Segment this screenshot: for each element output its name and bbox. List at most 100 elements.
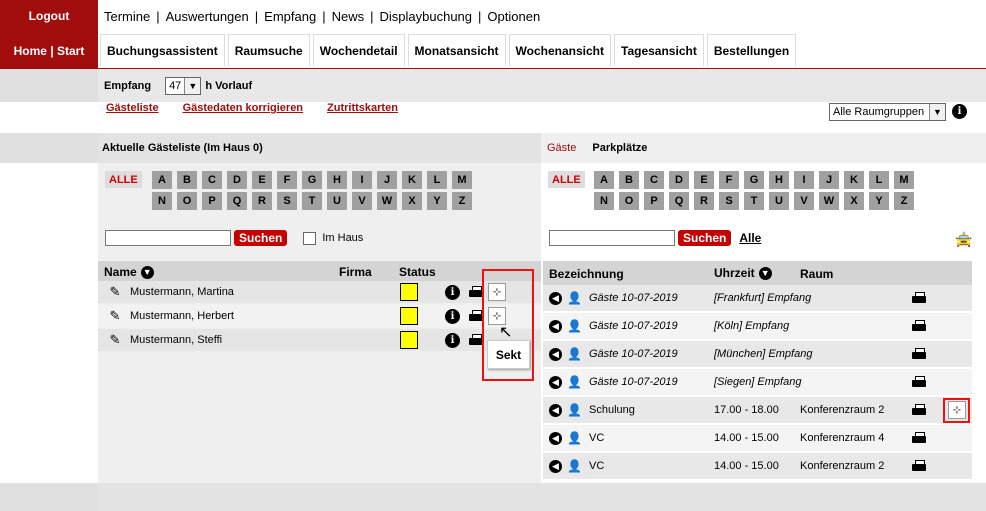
letter-d[interactable]: D [227, 171, 247, 189]
letter-j[interactable]: J [377, 171, 397, 189]
back-arrow-icon[interactable]: ◀ [549, 403, 562, 417]
logout-button[interactable]: Logout [0, 0, 98, 32]
print-icon[interactable] [912, 348, 926, 360]
letter-a[interactable]: A [152, 171, 172, 189]
letter-f[interactable]: F [277, 171, 297, 189]
tab-bestellungen[interactable]: Bestellungen [706, 34, 797, 66]
guest-search-input[interactable] [105, 230, 231, 246]
letter-a[interactable]: A [594, 171, 614, 189]
letter-o[interactable]: O [619, 192, 639, 210]
raumgruppen-select[interactable]: Alle Raumgruppen ▼ [829, 103, 946, 121]
vorlauf-select[interactable]: 47 ▼ [165, 76, 202, 95]
letter-g[interactable]: G [744, 171, 764, 189]
letter-m[interactable]: M [894, 171, 914, 189]
imhaus-checkbox[interactable] [303, 231, 317, 245]
event-search-button[interactable]: Suchen [678, 230, 732, 246]
letter-e[interactable]: E [252, 171, 272, 189]
nav-empfang[interactable]: Empfang [264, 9, 316, 24]
letter-y[interactable]: Y [869, 192, 889, 210]
letter-j[interactable]: J [819, 171, 839, 189]
letter-l[interactable]: L [427, 171, 447, 189]
letter-n[interactable]: N [594, 192, 614, 210]
link-gaestedaten-korrigieren[interactable]: Gästedaten korrigieren [183, 102, 303, 118]
nav-termine[interactable]: Termine [104, 9, 150, 24]
info-icon[interactable]: i [445, 332, 460, 348]
letter-s[interactable]: S [719, 192, 739, 210]
letter-f[interactable]: F [719, 171, 739, 189]
letter-o[interactable]: O [177, 192, 197, 210]
add-user-icon[interactable]: 👤 [567, 459, 582, 473]
letter-x[interactable]: X [844, 192, 864, 210]
letter-v[interactable]: V [352, 192, 372, 210]
letter-q[interactable]: Q [227, 192, 247, 210]
back-arrow-icon[interactable]: ◀ [549, 459, 562, 473]
print-icon[interactable] [912, 460, 926, 472]
letter-i[interactable]: I [352, 171, 372, 189]
tab-gaeste[interactable]: Gäste [547, 142, 576, 154]
link-zutrittskarten[interactable]: Zutrittskarten [327, 102, 398, 118]
info-icon[interactable]: i [952, 104, 967, 119]
letter-g[interactable]: G [302, 171, 322, 189]
edit-pencil-icon[interactable]: ✎ [108, 284, 122, 299]
letter-r[interactable]: R [694, 192, 714, 210]
edit-pencil-icon[interactable]: ✎ [108, 332, 122, 347]
print-icon[interactable] [912, 320, 926, 332]
guest-search-button[interactable]: Suchen [234, 230, 288, 246]
print-icon[interactable] [469, 334, 483, 346]
letter-l[interactable]: L [869, 171, 889, 189]
print-icon[interactable] [469, 286, 483, 298]
letter-h[interactable]: H [769, 171, 789, 189]
letter-b[interactable]: B [177, 171, 197, 189]
letter-z[interactable]: Z [894, 192, 914, 210]
tab-raumsuche[interactable]: Raumsuche [227, 34, 310, 66]
info-icon[interactable]: i [445, 308, 460, 324]
add-user-icon[interactable]: 👤 [567, 431, 582, 445]
add-user-icon[interactable]: 👤 [567, 291, 582, 305]
tab-buchungsassistent[interactable]: Buchungsassistent [100, 34, 225, 66]
edit-pencil-icon[interactable]: ✎ [108, 308, 122, 323]
link-alle[interactable]: Alle [739, 231, 761, 245]
back-arrow-icon[interactable]: ◀ [549, 431, 562, 445]
col-bezeichnung[interactable]: Bezeichnung [549, 267, 624, 281]
letter-w[interactable]: W [377, 192, 397, 210]
back-arrow-icon[interactable]: ◀ [549, 375, 562, 389]
letter-c[interactable]: C [644, 171, 664, 189]
letter-s[interactable]: S [277, 192, 297, 210]
nav-optionen[interactable]: Optionen [487, 9, 540, 24]
letter-w[interactable]: W [819, 192, 839, 210]
letter-u[interactable]: U [769, 192, 789, 210]
tab-wochenansicht[interactable]: Wochenansicht [508, 34, 612, 66]
letter-u[interactable]: U [327, 192, 347, 210]
filter-alle[interactable]: ALLE [105, 171, 142, 188]
letter-t[interactable]: T [302, 192, 322, 210]
col-uhrzeit[interactable]: Uhrzeit ▼ [714, 266, 772, 280]
letter-d[interactable]: D [669, 171, 689, 189]
letter-b[interactable]: B [619, 171, 639, 189]
letter-p[interactable]: P [202, 192, 222, 210]
add-user-icon[interactable]: 👤 [567, 319, 582, 333]
letter-n[interactable]: N [152, 192, 172, 210]
letter-e[interactable]: E [694, 171, 714, 189]
letter-r[interactable]: R [252, 192, 272, 210]
add-user-icon[interactable]: 👤 [567, 375, 582, 389]
back-arrow-icon[interactable]: ◀ [549, 319, 562, 333]
col-name[interactable]: Name ▼ [104, 265, 154, 279]
tab-monatsansicht[interactable]: Monatsansicht [407, 34, 506, 66]
print-icon[interactable] [912, 292, 926, 304]
tab-wochendetail[interactable]: Wochendetail [312, 34, 405, 66]
print-icon[interactable] [912, 404, 926, 416]
letter-k[interactable]: K [844, 171, 864, 189]
letter-k[interactable]: K [402, 171, 422, 189]
letter-p[interactable]: P [644, 192, 664, 210]
nav-displaybuchung[interactable]: Displaybuchung [380, 9, 473, 24]
back-arrow-icon[interactable]: ◀ [549, 347, 562, 361]
letter-y[interactable]: Y [427, 192, 447, 210]
letter-v[interactable]: V [794, 192, 814, 210]
letter-h[interactable]: H [327, 171, 347, 189]
event-search-input[interactable] [549, 230, 675, 246]
print-icon[interactable] [912, 376, 926, 388]
letter-m[interactable]: M [452, 171, 472, 189]
letter-z[interactable]: Z [452, 192, 472, 210]
filter-alle-right[interactable]: ALLE [548, 171, 585, 188]
letter-c[interactable]: C [202, 171, 222, 189]
